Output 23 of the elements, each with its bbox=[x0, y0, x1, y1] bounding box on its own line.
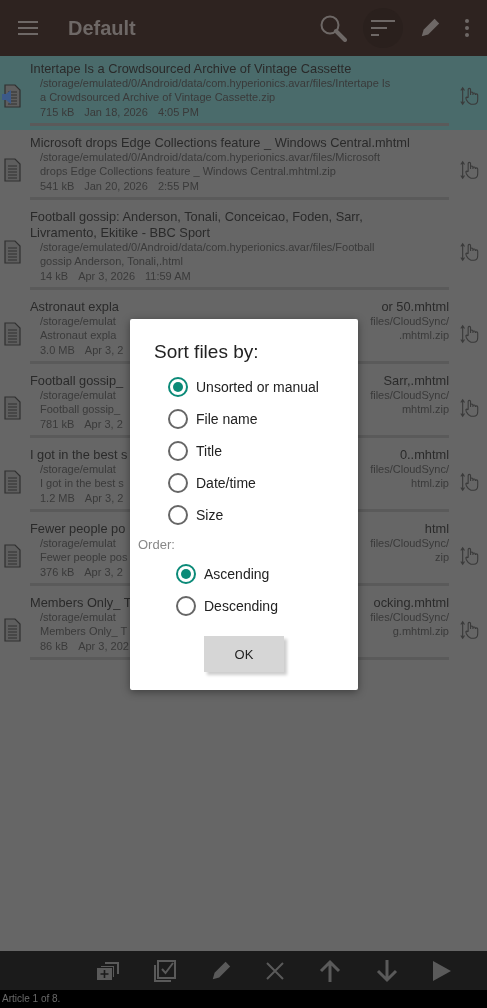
option-label: Date/time bbox=[196, 475, 256, 491]
order-label: Order: bbox=[137, 537, 176, 552]
file-title: 0..mhtml bbox=[399, 447, 449, 463]
file-title: html bbox=[424, 521, 449, 537]
option-label: Size bbox=[196, 507, 224, 523]
option-label: Title bbox=[196, 443, 222, 459]
file-title: Microsoft drops Edge Collections feature _ Windows Central.mhtml bbox=[30, 135, 410, 151]
file-title: Sarr,.mhtml bbox=[383, 373, 449, 389]
file-title: Livramento, Ekitike - BBC Sport bbox=[30, 225, 210, 241]
dialog-title: Sort files by: bbox=[153, 341, 260, 363]
file-title: Fewer people po bbox=[30, 521, 126, 537]
file-title: Astronaut expla bbox=[30, 299, 119, 315]
option-label: File name bbox=[196, 411, 258, 427]
option-label: Ascending bbox=[204, 566, 270, 582]
file-title: Intertape Is a Crowdsourced Archive of Vintage Cassette bbox=[30, 61, 352, 77]
app-title: Default bbox=[68, 16, 136, 40]
status-text: Article 1 of 8. bbox=[2, 993, 61, 1004]
file-title: Football gossip_ bbox=[30, 373, 124, 389]
option-label: Descending bbox=[204, 598, 278, 614]
option-label: Unsorted or manual bbox=[196, 379, 319, 395]
file-title: ocking.mhtml bbox=[373, 595, 449, 611]
file-title: or 50.mhtml bbox=[381, 299, 449, 315]
file-title: Football gossip: Anderson, Tonali, Conceicao, Foden, Sarr, bbox=[30, 209, 363, 225]
